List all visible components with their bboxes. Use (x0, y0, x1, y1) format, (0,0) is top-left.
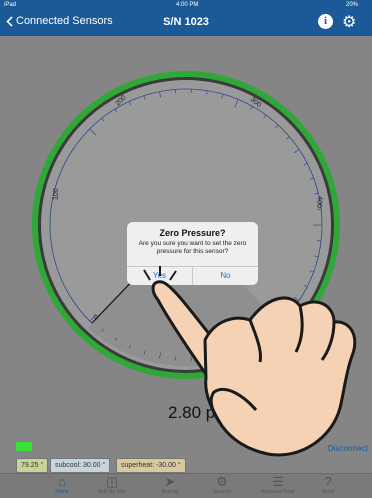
pointing-hand-icon (0, 0, 372, 497)
